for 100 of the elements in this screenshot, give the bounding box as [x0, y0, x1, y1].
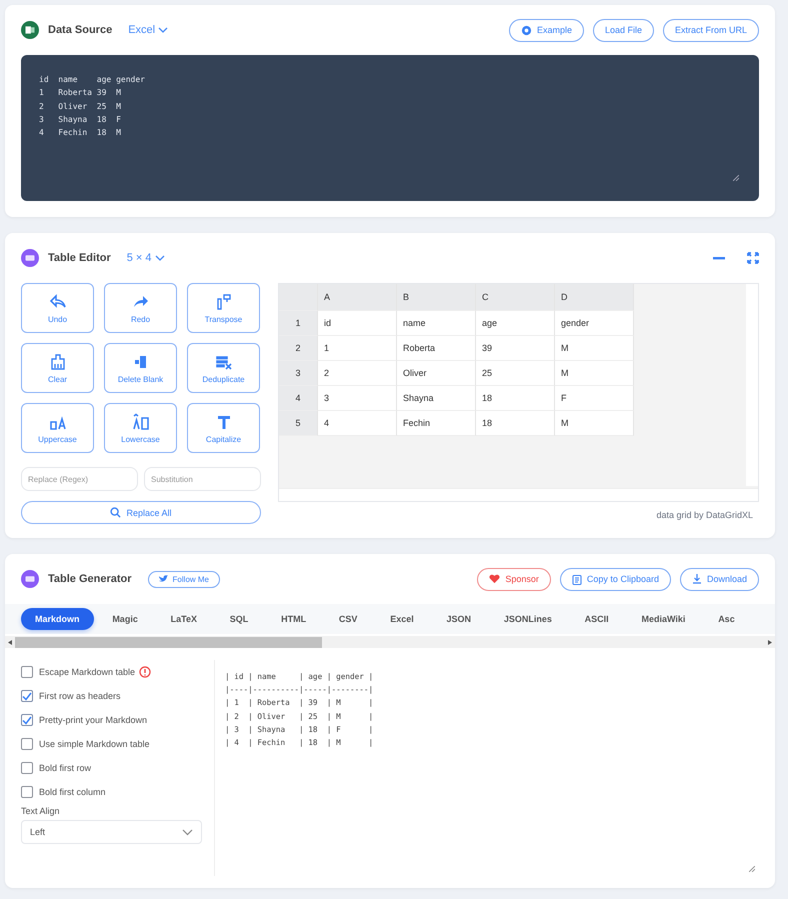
format-tab[interactable]: CSV	[324, 608, 372, 630]
heart-icon	[489, 574, 500, 584]
section-title: Data Source	[48, 24, 112, 36]
table-cell[interactable]: Shayna	[397, 386, 476, 411]
table-cell[interactable]: 18	[476, 411, 555, 436]
table-icon	[21, 249, 39, 267]
table-cell[interactable]: M	[555, 411, 634, 436]
chevron-down-icon	[158, 26, 168, 34]
resize-handle-icon[interactable]	[749, 866, 755, 872]
toolbar-button[interactable]: Example	[508, 18, 584, 42]
table-cell[interactable]: Oliver	[397, 361, 476, 386]
checkbox[interactable]	[21, 786, 33, 798]
checkbox[interactable]	[21, 762, 33, 774]
vertical-scrollbar[interactable]	[746, 284, 758, 486]
toolbar-button[interactable]: Download	[680, 568, 759, 590]
scroll-right-icon[interactable]	[768, 640, 772, 644]
column-header[interactable]: D	[555, 284, 634, 311]
table-cell[interactable]: M	[555, 361, 634, 386]
format-tab[interactable]: JSON	[432, 608, 486, 630]
format-tab[interactable]: Asc	[704, 608, 749, 630]
table-cell[interactable]: 39	[476, 336, 555, 361]
checkbox[interactable]	[21, 714, 33, 726]
table-cell[interactable]: Roberta	[397, 336, 476, 361]
table-cell[interactable]: Fechin	[397, 411, 476, 436]
toolbar-button[interactable]: Sponsor	[477, 568, 551, 590]
action-button[interactable]: Undo	[21, 283, 94, 333]
scroll-left-icon[interactable]	[8, 640, 12, 644]
bird-icon	[158, 575, 168, 583]
source-textarea[interactable]: id name age gender 1 Roberta 39 M 2 Oliver 25 M 3 Shayna 18 F 4 Fechin 18 M	[21, 55, 759, 201]
column-header[interactable]: C	[476, 284, 555, 311]
lowercase-icon	[132, 412, 150, 430]
info-icon[interactable]	[139, 666, 152, 678]
option-label[interactable]: First row as headers	[39, 691, 121, 701]
search-icon	[110, 507, 122, 518]
row-header[interactable]: 1	[279, 311, 318, 336]
format-tab[interactable]: Excel	[376, 608, 428, 630]
broom-icon	[48, 352, 66, 370]
table-cell[interactable]: age	[476, 311, 555, 336]
fullscreen-icon[interactable]	[747, 252, 759, 264]
action-button[interactable]: Deduplicate	[187, 343, 260, 393]
table-cell[interactable]: 4	[318, 411, 397, 436]
format-tab[interactable]: HTML	[267, 608, 320, 630]
row-header[interactable]: 2	[279, 336, 318, 361]
follow-button[interactable]: Follow Me	[148, 570, 220, 588]
format-tab[interactable]: Magic	[98, 608, 152, 630]
action-button[interactable]: Delete Blank	[104, 343, 177, 393]
toolbar-button[interactable]: Extract From URL	[662, 18, 759, 42]
table-cell[interactable]: 3	[318, 386, 397, 411]
replace-field[interactable]: Replace (Regex)	[21, 467, 138, 491]
credit-text: data grid by DataGridXL	[656, 510, 753, 520]
table-cell[interactable]: M	[555, 336, 634, 361]
checkbox[interactable]	[21, 738, 33, 750]
table-cell[interactable]: 25	[476, 361, 555, 386]
format-tab[interactable]: ASCII	[570, 608, 623, 630]
transpose-icon	[214, 292, 232, 310]
column-header[interactable]: A	[318, 284, 397, 311]
table-cell[interactable]: 18	[476, 386, 555, 411]
undo-icon	[48, 292, 66, 310]
spreadsheet-icon	[21, 21, 39, 39]
table-cell[interactable]: name	[397, 311, 476, 336]
option-label[interactable]: Use simple Markdown table	[39, 739, 150, 749]
table-cell[interactable]: gender	[555, 311, 634, 336]
format-tab[interactable]: LaTeX	[156, 608, 211, 630]
option-label[interactable]: Escape Markdown table	[39, 667, 136, 677]
checkbox[interactable]	[21, 690, 33, 702]
option-label[interactable]: Bold first column	[39, 787, 106, 797]
action-button[interactable]: Capitalize	[187, 403, 260, 453]
table-cell[interactable]: id	[318, 311, 397, 336]
table-icon	[21, 570, 39, 588]
column-header[interactable]: B	[397, 284, 476, 311]
action-button[interactable]: Lowercase	[104, 403, 177, 453]
chevron-down-icon	[154, 254, 165, 262]
action-button[interactable]: Clear	[21, 343, 94, 393]
table-cell[interactable]: 2	[318, 361, 397, 386]
replace-all-button[interactable]: Replace All	[21, 501, 261, 524]
row-header[interactable]: 3	[279, 361, 318, 386]
toolbar-button[interactable]: Load File	[592, 18, 654, 42]
row-header[interactable]: 4	[279, 386, 318, 411]
text-align-select[interactable]: Left	[21, 820, 202, 844]
action-button[interactable]: Transpose	[187, 283, 260, 333]
format-tab[interactable]: Markdown	[21, 608, 94, 630]
action-button[interactable]: Uppercase	[21, 403, 94, 453]
field-label: Text Align	[21, 806, 61, 816]
horizontal-scrollbar[interactable]	[279, 488, 758, 501]
format-tab[interactable]: SQL	[216, 608, 262, 630]
table-cell[interactable]: F	[555, 386, 634, 411]
substitution-field[interactable]: Substitution	[144, 467, 261, 491]
minimize-icon[interactable]	[713, 256, 725, 260]
option-label[interactable]: Pretty-print your Markdown	[39, 715, 148, 725]
option-label[interactable]: Bold first row	[39, 763, 92, 773]
action-button[interactable]: Redo	[104, 283, 177, 333]
table-cell[interactable]: 1	[318, 336, 397, 361]
row-header[interactable]: 5	[279, 411, 318, 436]
checkbox[interactable]	[21, 666, 33, 678]
section-title: Table Generator	[48, 573, 132, 585]
format-tab[interactable]: MediaWiki	[627, 608, 700, 630]
format-tab[interactable]: JSONLines	[490, 608, 566, 630]
toolbar-button[interactable]: Copy to Clipboard	[560, 568, 671, 590]
resize-handle-icon[interactable]	[733, 175, 739, 181]
horizontal-scrollbar[interactable]	[5, 636, 775, 648]
